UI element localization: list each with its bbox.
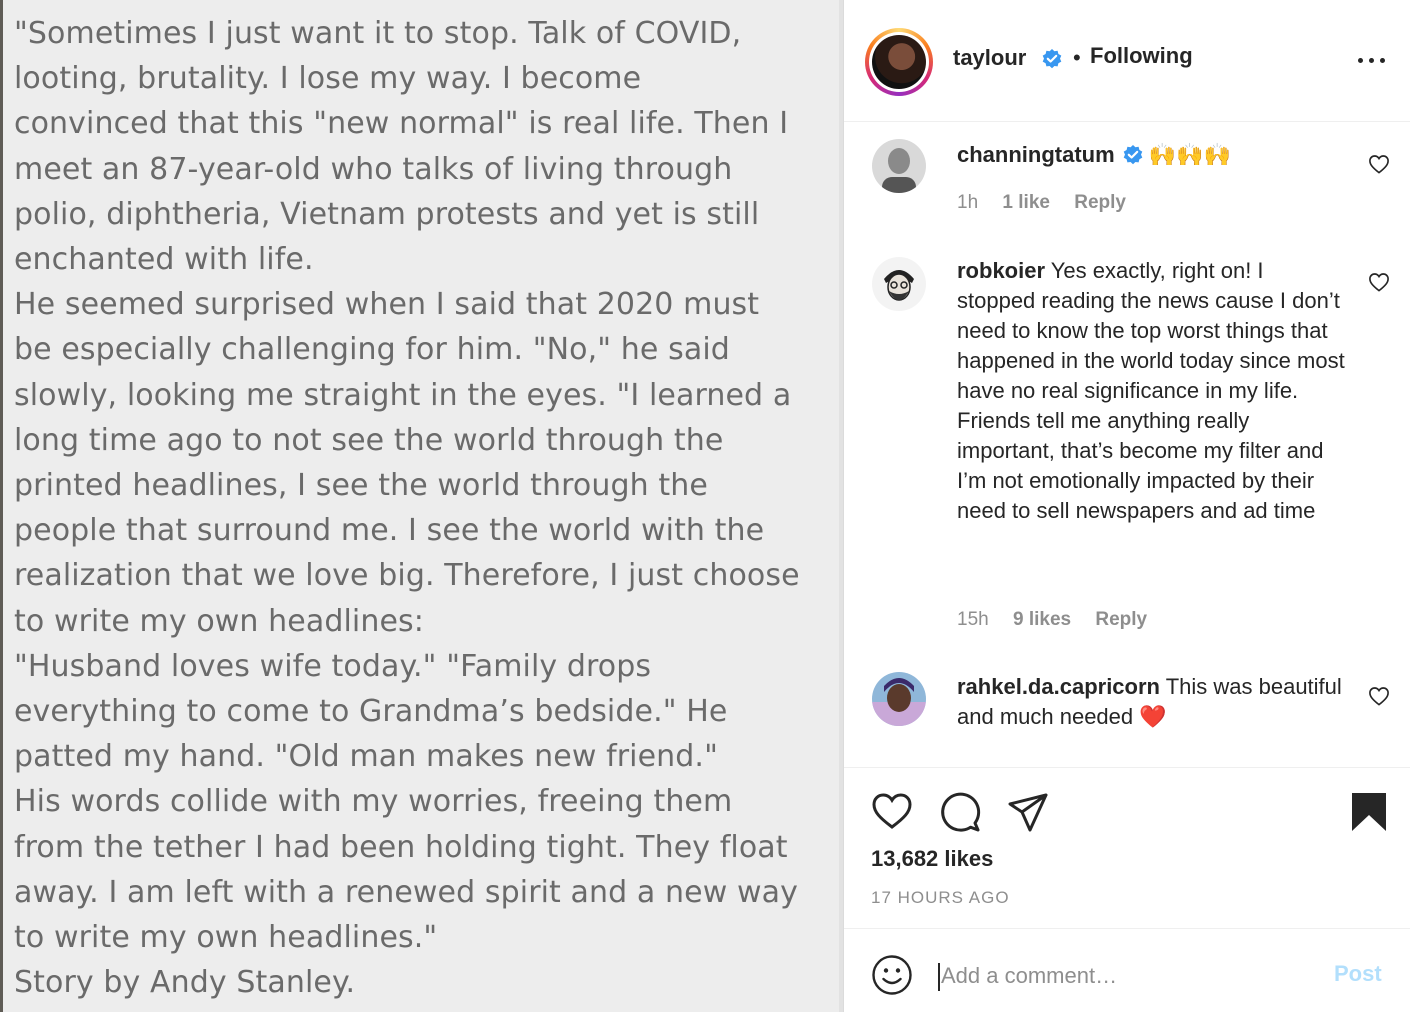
comment-reply-button[interactable]: Reply (1074, 192, 1126, 213)
post-text-line: long time ago to not see the world throu… (14, 422, 724, 458)
comment-like-icon[interactable] (1368, 272, 1390, 292)
comment-meta: 1h 1 like Reply (957, 192, 1145, 214)
likes-count[interactable]: 13,682 likes (871, 846, 993, 872)
comment-body: channingtatum 🙌🙌🙌 (957, 140, 1347, 170)
comment-body: robkoier Yes exactly, right on! I stoppe… (957, 256, 1347, 526)
verified-badge-icon (1042, 49, 1062, 69)
comment-like-icon[interactable] (1368, 686, 1390, 706)
owner-username[interactable]: taylour (953, 45, 1026, 71)
post-text-line: patted my hand. "Old man makes new frien… (14, 739, 718, 775)
header-separator: • (1073, 45, 1081, 70)
image-edge (0, 0, 3, 1012)
post-text-line: printed headlines, I see the world throu… (14, 468, 708, 504)
comment-body: rahkel.da.capricorn This was beautiful a… (957, 672, 1347, 732)
post-text-line: slowly, looking me straight in the eyes.… (14, 377, 792, 413)
post-text-line: He seemed surprised when I said that 202… (14, 287, 760, 323)
comments-list[interactable]: channingtatum 🙌🙌🙌 1h 1 like Reply robkoi… (844, 122, 1410, 768)
post-text-line: polio, diphtheria, Vietnam protests and … (14, 196, 760, 232)
comment-time[interactable]: 15h (957, 609, 989, 630)
post-text-line: people that surround me. I see the world… (14, 513, 765, 549)
add-comment-bar: Post (844, 928, 1410, 1012)
heart-icon[interactable] (870, 790, 914, 834)
add-comment-input[interactable] (941, 959, 1311, 993)
comment-meta: 15h 9 likes Reply (957, 609, 1166, 631)
post-timestamp[interactable]: 17 HOURS AGO (871, 888, 1010, 908)
verified-badge-icon (1123, 145, 1143, 165)
comment-username[interactable]: rahkel.da.capricorn (957, 674, 1160, 699)
comment-reply-button[interactable]: Reply (1095, 609, 1147, 630)
post-text-line: "Sometimes I just want it to stop. Talk … (14, 16, 742, 51)
comment-time[interactable]: 1h (957, 192, 978, 213)
comment-username[interactable]: channingtatum (957, 142, 1115, 167)
text-caret (938, 963, 940, 991)
post-text-line: away. I am left with a renewed spirit an… (14, 874, 798, 910)
post-image: "Sometimes I just want it to stop. Talk … (0, 0, 843, 1012)
post-text-line: from the tether I had been holding tight… (14, 829, 788, 865)
post-sidebar: taylour • Following channingtatum 🙌🙌🙌 1h… (843, 0, 1410, 1012)
post-text-line: enchanted with life. (14, 242, 314, 278)
post-text-line: be especially challenging for him. "No,"… (14, 332, 730, 368)
post-text-line: to write my own headlines: (14, 603, 424, 639)
post-text-line: looting, brutality. I lose my way. I bec… (14, 61, 642, 97)
post-image-text: "Sometimes I just want it to stop. Talk … (14, 11, 839, 1005)
comment-avatar[interactable] (872, 257, 926, 311)
post-text-line: "Husband loves wife today." "Family drop… (14, 648, 652, 684)
comment-text: 🙌🙌🙌 (1148, 142, 1232, 167)
post-text-line: to write my own headlines." (14, 920, 438, 956)
post-text-line: His words collide with my worries, freei… (14, 784, 733, 820)
comment-avatar[interactable] (872, 672, 926, 726)
comment-likes[interactable]: 1 like (1002, 192, 1050, 213)
comment-icon[interactable] (938, 790, 982, 834)
comment-text: Yes exactly, right on! I stopped reading… (957, 258, 1345, 523)
post-text-line: Story by Andy Stanley. (14, 965, 356, 1001)
post-text-line: everything to come to Grandma’s bedside.… (14, 694, 728, 730)
post-actions: 13,682 likes 17 HOURS AGO (844, 768, 1410, 928)
post-text-line: meet an 87-year-old who talks of living … (14, 151, 733, 187)
emoji-icon[interactable] (871, 954, 913, 996)
comment-username[interactable]: robkoier (957, 258, 1045, 283)
comment-avatar[interactable] (872, 139, 926, 193)
post-text-line: realization that we love big. Therefore,… (14, 558, 800, 594)
bookmark-icon[interactable] (1347, 790, 1391, 834)
owner-avatar[interactable] (865, 28, 933, 96)
post-text-line: convinced that this "new normal" is real… (14, 106, 789, 142)
post-comment-button[interactable]: Post (1334, 961, 1382, 987)
comment-like-icon[interactable] (1368, 154, 1390, 174)
more-options-icon[interactable] (1358, 58, 1386, 66)
post-header: taylour • Following (844, 0, 1410, 122)
share-icon[interactable] (1006, 790, 1050, 834)
following-button[interactable]: Following (1090, 43, 1193, 69)
comment-likes[interactable]: 9 likes (1013, 609, 1071, 630)
